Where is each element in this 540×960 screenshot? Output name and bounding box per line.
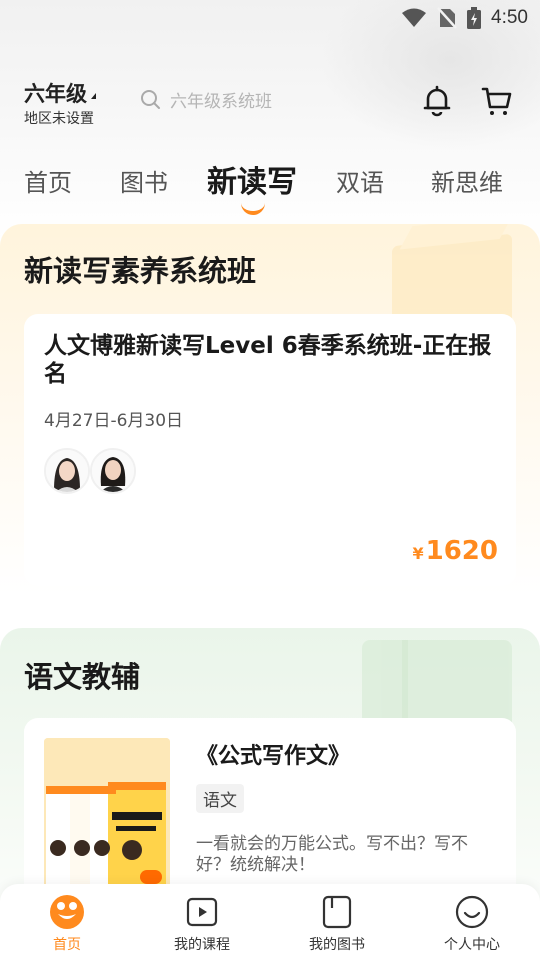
no-sim-icon — [437, 7, 457, 29]
battery-charging-icon — [467, 7, 482, 29]
caret-icon — [91, 93, 96, 99]
teacher-avatar — [90, 448, 136, 494]
status-time: 4:50 — [491, 7, 528, 28]
shopping-cart-icon[interactable] — [480, 84, 514, 122]
book-description: 一看就会的万能公式。写不出？写不好？统统解决！ — [196, 834, 468, 875]
nav-profile[interactable]: 个人中心 — [422, 892, 522, 954]
section-title: 新读写素养系统班 — [24, 254, 257, 288]
home-icon — [17, 892, 117, 932]
nav-label: 我的课程 — [174, 937, 230, 953]
smile-icon — [422, 892, 522, 932]
book-title: 《公式写作文》 — [196, 744, 351, 769]
book-icon — [287, 892, 387, 932]
course-price: ¥1620 — [412, 536, 498, 566]
tab-new-reading-writing[interactable]: 新读写 — [207, 157, 297, 201]
tab-books[interactable]: 图书 — [120, 163, 168, 198]
nav-label: 首页 — [53, 937, 81, 953]
price-value: 1620 — [425, 536, 498, 566]
play-icon — [152, 892, 252, 932]
nav-label: 个人中心 — [444, 937, 500, 953]
header: 六年级 地区未设置 — [0, 70, 540, 134]
region-label[interactable]: 地区未设置 — [24, 108, 94, 128]
tab-home[interactable]: 首页 — [24, 163, 72, 198]
active-tab-indicator — [241, 203, 265, 215]
course-card[interactable]: 人文博雅新读写Level 6春季系统班-正在报名 4月27日-6月30日 ¥16… — [24, 314, 516, 586]
nav-home[interactable]: 首页 — [17, 892, 117, 954]
nav-label: 我的图书 — [309, 937, 365, 953]
tab-bilingual[interactable]: 双语 — [336, 163, 384, 198]
search-icon — [140, 89, 162, 115]
wifi-icon — [401, 8, 427, 28]
grade-selector[interactable]: 六年级 — [24, 78, 96, 108]
notification-bell-icon[interactable] — [420, 84, 454, 122]
teacher-avatar — [44, 448, 90, 494]
subject-tag: 语文 — [196, 784, 244, 813]
search-input[interactable] — [170, 92, 370, 112]
search-bar[interactable] — [140, 88, 380, 116]
tab-new-thinking[interactable]: 新思维 — [431, 163, 503, 198]
nav-my-books[interactable]: 我的图书 — [287, 892, 387, 954]
status-bar: 4:50 — [0, 0, 540, 36]
course-title: 人文博雅新读写Level 6春季系统班-正在报名 — [44, 333, 492, 387]
currency-symbol: ¥ — [412, 544, 424, 563]
nav-my-courses[interactable]: 我的课程 — [152, 892, 252, 954]
literacy-course-section: 新读写素养系统班 人文博雅新读写Level 6春季系统班-正在报名 4月27日-… — [0, 224, 540, 594]
grade-label: 六年级 — [24, 82, 87, 106]
course-date: 4月27日-6月30日 — [44, 411, 184, 431]
bottom-navigation: 首页 我的课程 我的图书 个人中心 — [0, 884, 540, 960]
category-tabs: 首页 图书 新读写 双语 新思维 — [0, 155, 540, 215]
section-title: 语文教辅 — [24, 660, 141, 694]
book-cover-image — [44, 738, 170, 898]
